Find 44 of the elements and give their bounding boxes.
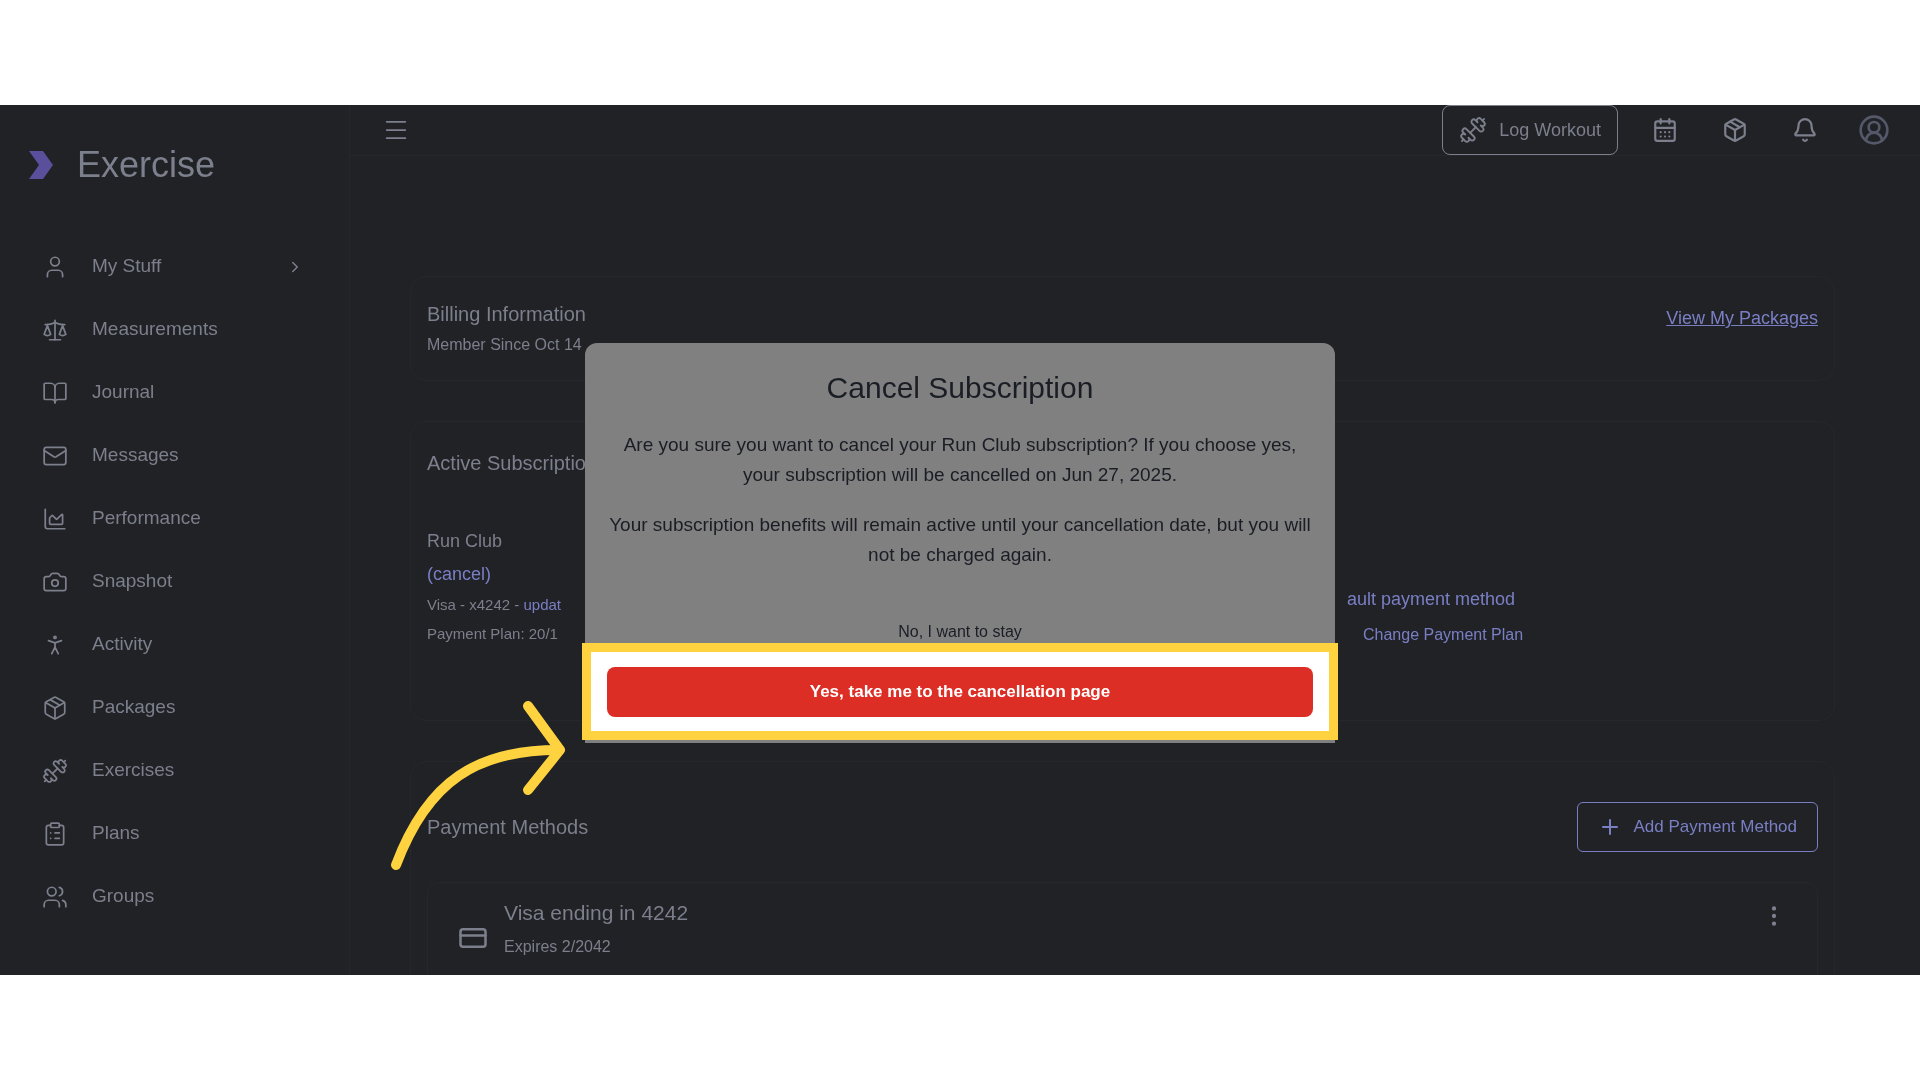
dialog-title: Cancel Subscription (826, 370, 1094, 406)
section-title: Payment Methods (427, 815, 589, 840)
sidebar-item[interactable]: Performance (0, 487, 349, 550)
cancel-link[interactable]: (cancel) (427, 561, 492, 588)
bell-icon[interactable] (1792, 117, 1818, 143)
clipboard-icon (42, 820, 68, 847)
default-payment-link[interactable]: ault payment method (1347, 586, 1516, 613)
confirm-cancel-button[interactable]: Yes, take me to the cancellation page (607, 666, 1313, 717)
add-payment-button[interactable]: Add Payment Method (1576, 802, 1818, 852)
book-icon (42, 379, 68, 406)
dumbbell-icon (42, 757, 68, 784)
group-icon (42, 883, 68, 910)
calendar-icon[interactable] (1652, 117, 1678, 143)
sidebar-item[interactable]: Snapshot (0, 550, 349, 613)
stay-link[interactable]: No, I want to stay (898, 620, 1022, 644)
sidebar-item[interactable]: Exercises (0, 739, 349, 802)
brand-name: Exercise (77, 143, 216, 187)
log-workout-button[interactable]: Log Workout (1442, 105, 1618, 155)
section-title: Active Subscriptio (427, 451, 586, 476)
payment-plan-text: Payment Plan: 20/1 (427, 623, 558, 644)
avatar-icon[interactable] (1858, 114, 1890, 146)
card-expiry: Expires 2/2042 (504, 936, 611, 957)
sidebar-item[interactable]: Measurements (0, 298, 349, 361)
sidebar-item[interactable]: Groups (0, 865, 349, 928)
section-title: Billing Information (427, 302, 586, 327)
subscription-name: Run Club (427, 530, 503, 553)
card-title: Visa ending in 4242 (504, 900, 689, 926)
sidebar-item[interactable]: Plans (0, 802, 349, 865)
view-packages-link[interactable]: View My Packages (1666, 305, 1818, 332)
member-since-text: Member Since Oct 14 (427, 335, 582, 355)
card-info-text: Visa - x4242 - (427, 595, 521, 615)
area-chart-icon (42, 505, 68, 532)
sidebar-item[interactable]: Journal (0, 361, 349, 424)
sidebar-item[interactable]: Messages (0, 424, 349, 487)
sidebar-item[interactable]: Packages (0, 676, 349, 739)
sidebar-item[interactable]: Activity (0, 613, 349, 676)
sidebar-item[interactable]: My Stuff (0, 235, 349, 298)
dumbbell-icon (1459, 116, 1488, 144)
change-plan-link[interactable]: Change Payment Plan (1363, 623, 1524, 647)
box-icon[interactable] (1722, 117, 1748, 143)
package-icon (42, 694, 68, 721)
update-link[interactable]: updat (523, 594, 561, 617)
dialog-message: Are you sure you want to cancel your Run Club subscription? If you choose yes, your subscription will be cancelled on Jun 27, 2025. (622, 433, 1298, 487)
dialog-message: Your subscription benefits will remain active until your cancellation date, but you will not be charged again. (608, 513, 1312, 567)
